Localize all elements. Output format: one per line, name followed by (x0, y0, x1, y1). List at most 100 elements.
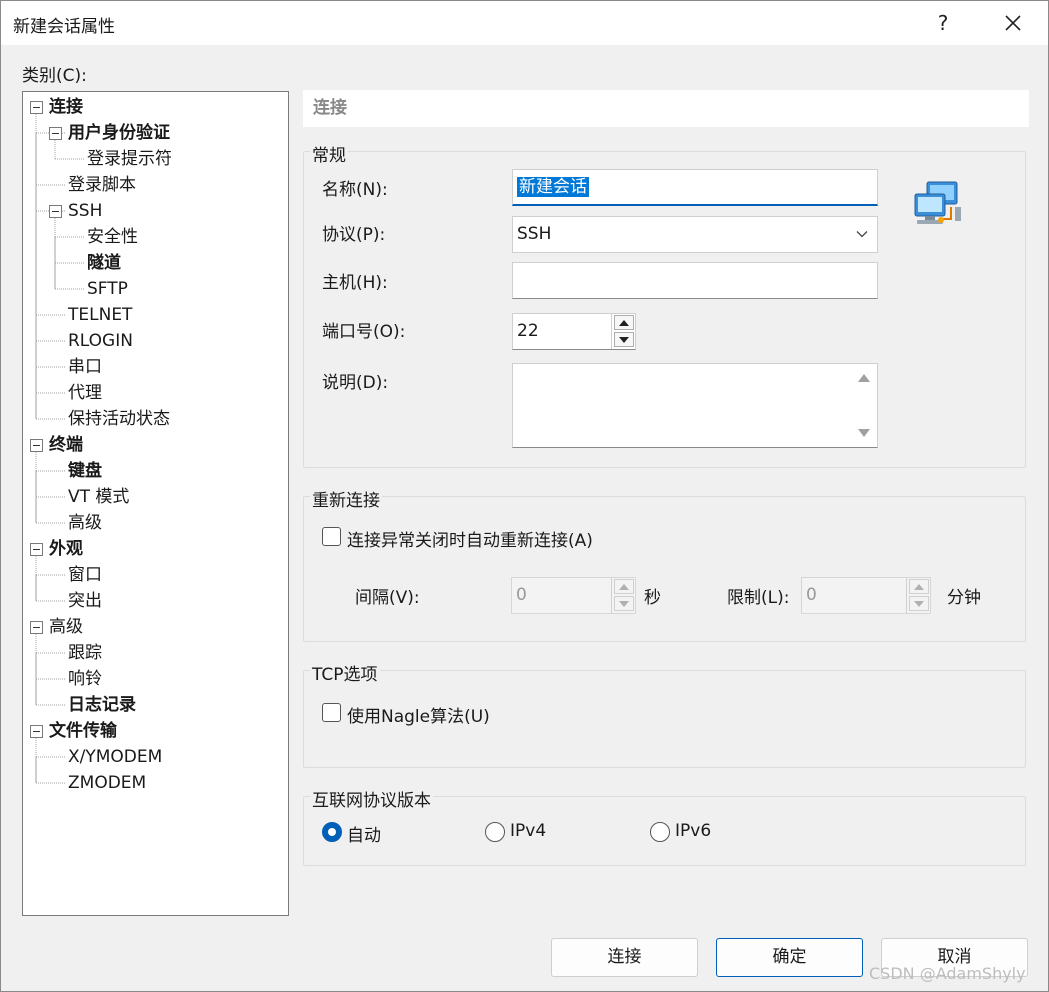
ip-version-group-title: 互联网协议版本 (310, 786, 433, 811)
close-icon (1005, 15, 1021, 31)
limit-input[interactable]: 0 (801, 577, 931, 614)
tree-item[interactable]: 终端 (49, 432, 83, 458)
ok-button[interactable]: 确定 (716, 938, 863, 977)
auto-reconnect-checkbox[interactable] (322, 527, 341, 546)
tree-item[interactable]: 文件传输 (49, 718, 117, 744)
collapse-toggle-icon[interactable] (30, 725, 43, 738)
title-bar: 新建会话属性 ? (1, 1, 1048, 45)
description-textarea[interactable] (512, 363, 878, 448)
port-label: 端口号(O): (322, 322, 406, 342)
interval-input[interactable]: 0 (511, 577, 636, 614)
tree-item[interactable]: 突出 (68, 588, 102, 614)
name-input-value: 新建会话 (517, 177, 589, 197)
collapse-toggle-icon[interactable] (49, 205, 62, 218)
tree-item[interactable]: VT 模式 (68, 484, 129, 510)
tree-item[interactable]: 跟踪 (68, 640, 102, 666)
tree-item[interactable]: 串口 (68, 354, 102, 380)
collapse-toggle-icon[interactable] (30, 621, 43, 634)
arrow-up-icon (914, 583, 924, 590)
help-button[interactable]: ? (913, 1, 973, 45)
collapse-toggle-icon[interactable] (30, 439, 43, 452)
tree-item[interactable]: 外观 (49, 536, 83, 562)
protocol-label: 协议(P): (322, 225, 386, 245)
tree-item[interactable]: 窗口 (68, 562, 102, 588)
radio-ipv4-label[interactable]: IPv4 (510, 821, 546, 841)
arrow-up-icon (619, 319, 629, 326)
tree-item[interactable]: 登录提示符 (87, 146, 172, 172)
arrow-down-icon (619, 336, 629, 343)
tree-item[interactable]: 用户身份验证 (68, 120, 170, 146)
tcp-group-title: TCP选项 (310, 660, 380, 685)
port-decrement-button[interactable] (614, 332, 634, 347)
radio-auto[interactable] (322, 822, 342, 842)
tree-item[interactable]: 键盘 (68, 458, 102, 484)
host-label: 主机(H): (322, 273, 388, 293)
tree-item[interactable]: ZMODEM (68, 770, 146, 796)
category-label: 类别(C): (22, 66, 87, 86)
interval-value: 0 (516, 585, 527, 605)
tree-item[interactable]: SSH (68, 198, 102, 224)
interval-increment-button[interactable] (614, 579, 634, 594)
collapse-toggle-icon[interactable] (49, 127, 62, 140)
reconnect-group-title: 重新连接 (310, 486, 382, 511)
tree-item[interactable]: 连接 (49, 94, 83, 120)
radio-auto-label[interactable]: 自动 (347, 821, 381, 846)
network-computers-icon (914, 181, 961, 224)
radio-ipv6-label[interactable]: IPv6 (675, 821, 711, 841)
tree-item[interactable]: 安全性 (87, 224, 138, 250)
session-properties-dialog: 新建会话属性 ? 类别(C): 连接 用户身份验证 登录提示符 登录脚本 SSH 安全性隧… (0, 0, 1049, 992)
category-tree[interactable]: 连接 用户身份验证 登录提示符 登录脚本 SSH 安全性 隧道 SFTP TELNET RLOGI… (22, 91, 289, 916)
tree-item[interactable]: SFTP (87, 276, 128, 302)
port-increment-button[interactable] (614, 315, 634, 330)
tree-item[interactable]: 高级 (49, 614, 83, 640)
limit-value: 0 (806, 585, 817, 605)
nagle-label[interactable]: 使用Nagle算法(U) (347, 702, 490, 727)
tree-item[interactable]: 代理 (68, 380, 102, 406)
description-scrollbar[interactable] (851, 364, 877, 447)
limit-label: 限制(L): (727, 588, 790, 608)
tree-item[interactable]: 日志记录 (68, 692, 136, 718)
scroll-up-icon (858, 374, 870, 382)
tree-item[interactable]: RLOGIN (68, 328, 133, 354)
nagle-checkbox[interactable] (322, 703, 341, 722)
close-button[interactable] (983, 1, 1043, 45)
tree-item[interactable]: 登录脚本 (68, 172, 136, 198)
auto-reconnect-label[interactable]: 连接异常关闭时自动重新连接(A) (347, 526, 593, 551)
watermark: CSDN @AdamShyly (869, 964, 1026, 983)
collapse-toggle-icon[interactable] (30, 101, 43, 114)
arrow-down-icon (619, 600, 629, 607)
tree-item[interactable]: 高级 (68, 510, 102, 536)
limit-unit: 分钟 (947, 588, 981, 608)
section-header: 连接 (303, 90, 1029, 127)
protocol-select[interactable]: SSH (512, 216, 878, 253)
name-label: 名称(N): (322, 180, 388, 200)
tree-item[interactable]: TELNET (68, 302, 132, 328)
scroll-down-icon (858, 429, 870, 437)
tree-item[interactable]: 保持活动状态 (68, 406, 170, 432)
interval-spinner (611, 578, 635, 613)
tree-lines (35, 114, 84, 784)
arrow-up-icon (619, 583, 629, 590)
limit-decrement-button[interactable] (909, 596, 929, 611)
interval-decrement-button[interactable] (614, 596, 634, 611)
port-input-value: 22 (517, 321, 539, 341)
protocol-select-value: SSH (517, 224, 552, 244)
general-group-title: 常规 (310, 141, 348, 166)
host-input[interactable] (512, 262, 878, 299)
connect-button[interactable]: 连接 (551, 938, 698, 977)
limit-increment-button[interactable] (909, 579, 929, 594)
tree-item[interactable]: 隧道 (87, 250, 121, 276)
description-label: 说明(D): (322, 373, 389, 393)
reconnect-group (303, 496, 1026, 642)
radio-ipv4[interactable] (485, 822, 505, 842)
tree-item[interactable]: X/YMODEM (68, 744, 162, 770)
chevron-down-icon (856, 231, 868, 238)
tree-item[interactable]: 响铃 (68, 666, 102, 692)
collapse-toggle-icon[interactable] (30, 543, 43, 556)
arrow-down-icon (914, 600, 924, 607)
interval-unit: 秒 (644, 588, 661, 608)
radio-ipv6[interactable] (650, 822, 670, 842)
name-input[interactable]: 新建会话 (512, 169, 878, 206)
port-input[interactable]: 22 (512, 313, 636, 350)
port-spinner (611, 314, 635, 349)
